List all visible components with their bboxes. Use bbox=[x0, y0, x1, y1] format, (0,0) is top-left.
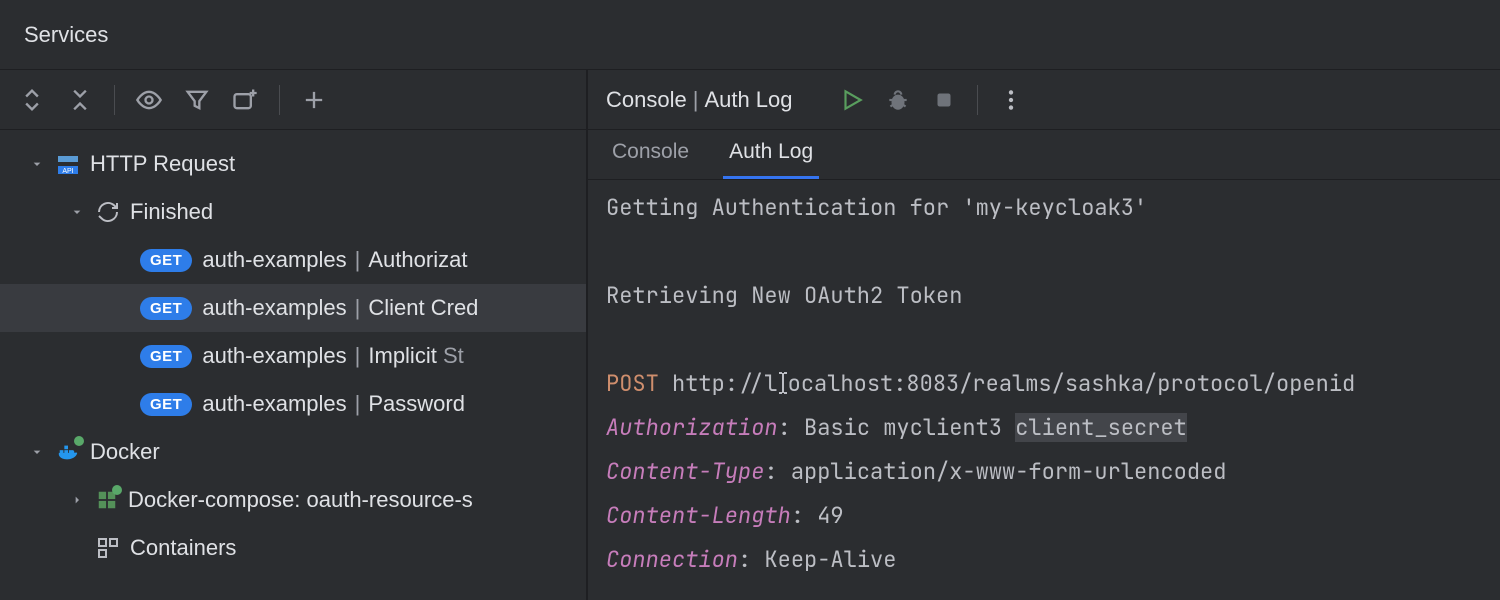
more-vertical-icon[interactable] bbox=[998, 87, 1024, 113]
request-item[interactable]: GET auth-examples|Client Cred bbox=[0, 284, 586, 332]
tree-node-finished[interactable]: Finished bbox=[0, 188, 586, 236]
request-label: auth-examples|Client Cred bbox=[202, 295, 478, 321]
expand-all-icon[interactable] bbox=[18, 86, 46, 114]
right-header-actions bbox=[839, 85, 1024, 115]
right-header-title: Console|Auth Log bbox=[606, 87, 793, 113]
http-method-badge: GET bbox=[140, 345, 192, 368]
left-panel: API HTTP Request Finished GET auth-examp… bbox=[0, 70, 588, 600]
collapse-all-icon[interactable] bbox=[66, 86, 94, 114]
http-method-badge: GET bbox=[140, 249, 192, 272]
request-item[interactable]: GET auth-examples|Authorizat bbox=[0, 236, 586, 284]
http-method-badge: GET bbox=[140, 393, 192, 416]
stop-icon[interactable] bbox=[931, 87, 957, 113]
toolbar-separator bbox=[114, 85, 115, 115]
panel-title: Services bbox=[0, 0, 1500, 70]
tab-console[interactable]: Console bbox=[606, 130, 695, 179]
docker-compose-icon bbox=[96, 489, 118, 511]
output-tabs: Console Auth Log bbox=[588, 130, 1500, 180]
header-value: Keep-Alive bbox=[764, 545, 896, 574]
log-line: Retrieving New OAuth2 Token bbox=[606, 281, 962, 310]
chevron-right-icon[interactable] bbox=[68, 491, 86, 509]
add-icon[interactable] bbox=[300, 86, 328, 114]
svg-text:API: API bbox=[62, 168, 73, 175]
chevron-down-icon[interactable] bbox=[28, 443, 46, 461]
header-value-highlight: client_secret bbox=[1015, 413, 1187, 442]
new-tab-icon[interactable] bbox=[231, 86, 259, 114]
tree-node-containers[interactable]: Containers bbox=[0, 524, 586, 572]
right-panel: Console|Auth Log Console Auth L bbox=[588, 70, 1500, 600]
header-value: Basic myclient3 bbox=[804, 413, 1015, 442]
request-item[interactable]: GET auth-examples|Implicit St bbox=[0, 332, 586, 380]
panel-title-text: Services bbox=[24, 22, 108, 48]
request-url: http://localhost:8083/realms/sashka/prot… bbox=[672, 369, 1355, 398]
header-key: Content-Length bbox=[606, 501, 791, 530]
filter-icon[interactable] bbox=[183, 86, 211, 114]
main-split: API HTTP Request Finished GET auth-examp… bbox=[0, 70, 1500, 600]
auth-log-output[interactable]: Getting Authentication for 'my-keycloak3… bbox=[588, 180, 1500, 600]
containers-icon bbox=[96, 536, 120, 560]
status-dot-running bbox=[74, 436, 84, 446]
left-toolbar bbox=[0, 70, 586, 130]
tab-auth-log[interactable]: Auth Log bbox=[723, 130, 819, 179]
header-value: 49 bbox=[817, 501, 843, 530]
tree-node-label: Docker bbox=[90, 439, 160, 465]
eye-icon[interactable] bbox=[135, 86, 163, 114]
debug-icon[interactable] bbox=[885, 87, 911, 113]
tree-node-compose[interactable]: Docker-compose: oauth-resource-s bbox=[0, 476, 586, 524]
request-label: auth-examples|Password bbox=[202, 391, 465, 417]
chevron-down-icon[interactable] bbox=[68, 203, 86, 221]
toolbar-separator bbox=[977, 85, 978, 115]
request-item[interactable]: GET auth-examples|Password bbox=[0, 380, 586, 428]
header-key: Content-Type bbox=[606, 457, 764, 486]
header-key: Connection bbox=[606, 545, 738, 574]
text-cursor-icon bbox=[776, 366, 790, 390]
http-method: POST bbox=[606, 369, 659, 398]
tree-node-label: HTTP Request bbox=[90, 151, 235, 177]
request-label: auth-examples|Authorizat bbox=[202, 247, 467, 273]
tree-node-docker[interactable]: Docker bbox=[0, 428, 586, 476]
run-icon[interactable] bbox=[839, 87, 865, 113]
right-header: Console|Auth Log bbox=[588, 70, 1500, 130]
http-method-badge: GET bbox=[140, 297, 192, 320]
header-value: application/x-www-form-urlencoded bbox=[791, 457, 1227, 486]
tree-node-label: Docker-compose: oauth-resource-s bbox=[128, 487, 473, 513]
tree-node-http-request[interactable]: API HTTP Request bbox=[0, 140, 586, 188]
refresh-icon bbox=[96, 200, 120, 224]
docker-icon bbox=[56, 440, 80, 464]
tree-node-label: Finished bbox=[130, 199, 213, 225]
log-line: Getting Authentication for 'my-keycloak3… bbox=[606, 193, 1147, 222]
api-icon: API bbox=[56, 152, 80, 176]
tree-node-label: Containers bbox=[130, 535, 236, 561]
toolbar-separator bbox=[279, 85, 280, 115]
status-dot-running bbox=[112, 485, 122, 495]
chevron-down-icon[interactable] bbox=[28, 155, 46, 173]
header-key: Authorization bbox=[606, 413, 778, 442]
services-tree: API HTTP Request Finished GET auth-examp… bbox=[0, 130, 586, 600]
request-label: auth-examples|Implicit St bbox=[202, 343, 463, 369]
